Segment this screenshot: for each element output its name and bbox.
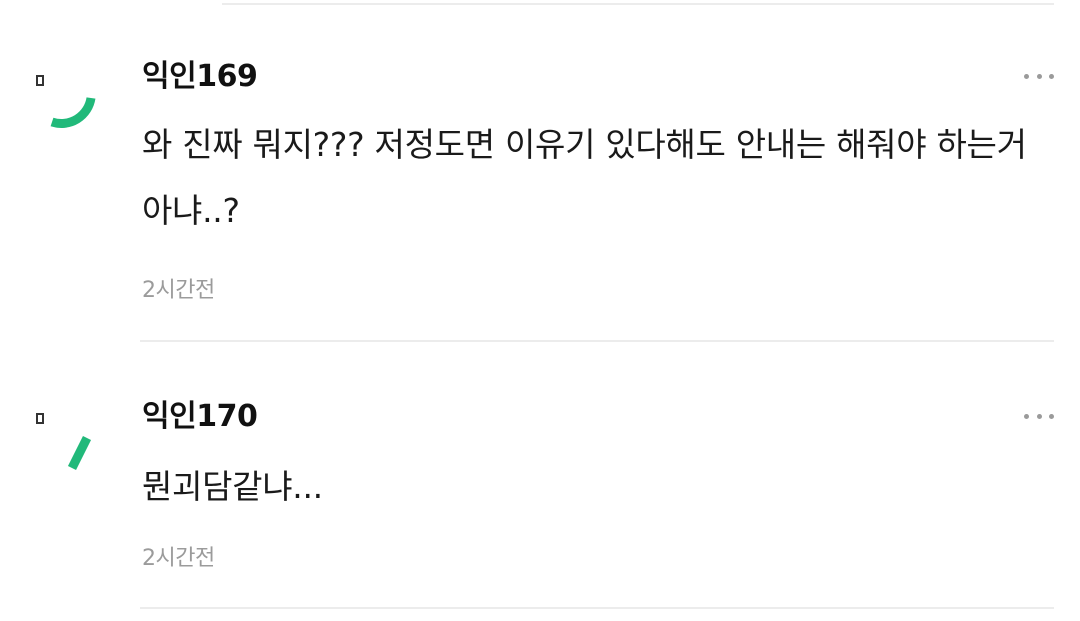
comment-timestamp: 2시간전 bbox=[142, 278, 215, 303]
comment-text: 뭔괴담같냐... bbox=[142, 467, 323, 506]
dot-icon bbox=[1024, 413, 1029, 419]
comment-timestamp: 2시간전 bbox=[142, 546, 215, 571]
dot-icon bbox=[1036, 413, 1042, 419]
loading-dash-icon bbox=[36, 413, 92, 471]
more-options-button[interactable] bbox=[1024, 68, 1054, 84]
dot-icon bbox=[1024, 73, 1029, 79]
comment-text: 와 진짜 뭐지??? 저정도면 이유기 있다해도 안내는 해줘야 하는거아냐..… bbox=[142, 125, 1027, 230]
dot-icon bbox=[1049, 413, 1054, 419]
more-options-button[interactable] bbox=[1024, 408, 1054, 424]
comment-author[interactable]: 익인170 bbox=[142, 395, 258, 439]
divider bbox=[140, 607, 1054, 609]
comment-list: 익인169 와 진짜 뭐지??? 저정도면 이유기 있다해도 안내는 해줘야 하… bbox=[0, 0, 1080, 621]
comment-author[interactable]: 익인169 bbox=[142, 55, 258, 99]
avatar[interactable] bbox=[28, 60, 108, 140]
divider bbox=[140, 340, 1054, 342]
dot-icon bbox=[1049, 73, 1054, 79]
loading-arc-icon bbox=[36, 75, 96, 128]
dot-icon bbox=[1036, 73, 1042, 79]
divider bbox=[222, 3, 1054, 5]
avatar[interactable] bbox=[28, 400, 108, 480]
